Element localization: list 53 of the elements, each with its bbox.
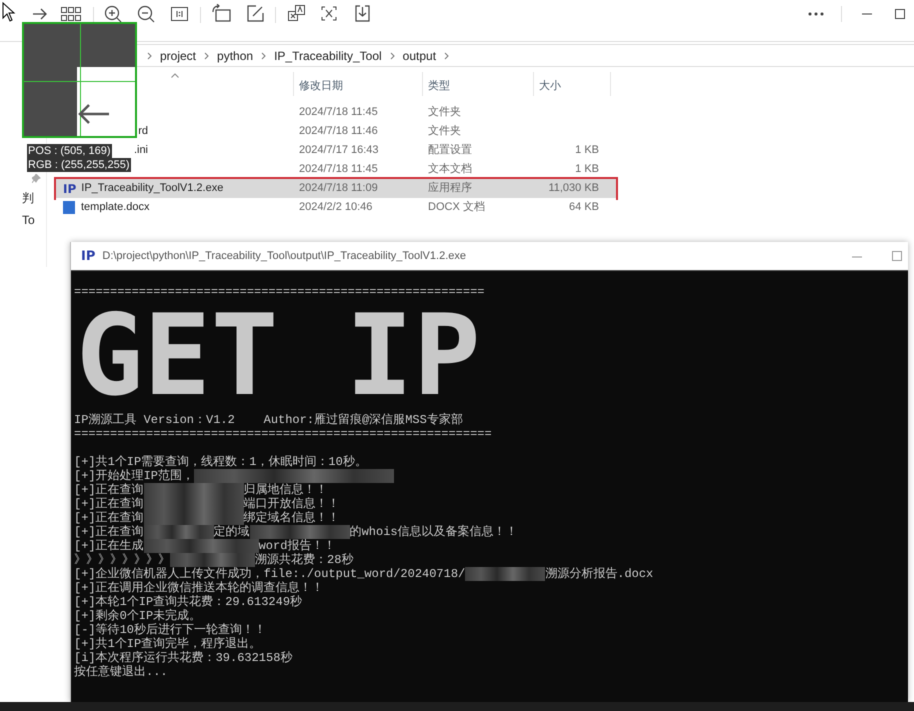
console-line: word报告！！ xyxy=(258,539,336,553)
console-line: [+]剩余0个IP未完成。 xyxy=(74,609,202,623)
app-icon: IP xyxy=(63,180,76,198)
console-line: [+]正在查询 xyxy=(74,483,144,497)
console-line: [+]正在生成 xyxy=(74,539,144,553)
console-rule: ========================================================== xyxy=(74,427,493,441)
console-line: 绑定域名信息！！ xyxy=(244,511,340,525)
console-line: [+]共1个IP需要查询，线程数：1，休眠时间：10秒。 xyxy=(74,455,367,469)
console-line: 归属地信息！！ xyxy=(244,483,328,497)
window-title: D:\project\python\IP_Traceability_Tool\output\IP_Traceability_ToolV1.2.exe xyxy=(102,248,466,264)
console-line: 溯源共花费：28秒 xyxy=(255,553,354,567)
file-type: 文件夹 xyxy=(428,104,462,120)
console-line: [+]共1个IP查询完毕，程序退出。 xyxy=(74,637,262,651)
console-line: [+]正在查询 xyxy=(74,497,144,511)
file-date: 2024/7/18 11:45 xyxy=(299,162,379,178)
console-line: 》》》》》》》》 xyxy=(74,553,170,567)
console-line: 按任意键退出... xyxy=(74,665,168,679)
file-date: 2024/2/2 10:46 xyxy=(299,200,374,216)
file-type: 应用程序 xyxy=(428,180,473,196)
file-name: template.docx xyxy=(81,200,150,216)
file-size: 64 KB xyxy=(569,201,599,214)
app-icon: IP xyxy=(81,250,96,262)
color-value-tooltip: RGB : (255,255,255) xyxy=(27,158,131,172)
console-line: 端口开放信息！！ xyxy=(244,497,340,511)
position-tooltip: POS : (505, 169) xyxy=(27,144,112,158)
console-line: IP溯源工具 Version：V1.2 Author:雁过留痕@深信服MSS专家部 xyxy=(74,413,464,427)
banner-title: GET IP xyxy=(76,301,481,411)
console-line: [-]等待10秒后进行下一轮查询！！ xyxy=(74,623,266,637)
file-type: DOCX 文档 xyxy=(428,200,486,216)
file-name: .ini xyxy=(134,144,148,156)
file-name: IP_Traceability_ToolV1.2.exe xyxy=(81,181,224,196)
file-size: 11,030 KB xyxy=(548,182,599,194)
file-type: 文件夹 xyxy=(428,124,462,140)
console-line: [+]正在调用企业微信推送本轮的调查信息！！ xyxy=(74,581,324,595)
console-line: [+]正在查询 xyxy=(74,525,144,539)
console-line: [+]开始处理IP范围， xyxy=(74,469,194,483)
file-date: 2024/7/17 16:43 xyxy=(299,143,380,158)
file-type: 配置设置 xyxy=(428,143,473,158)
console-line: [+]正在查询 xyxy=(74,511,144,525)
console-line: 溯源分析报告.docx xyxy=(545,567,654,581)
file-name: rd xyxy=(138,125,148,138)
console-line: [+]企业微信机器人上传文件成功，file:./output_word/20240718/ xyxy=(74,567,466,581)
file-date: 2024/7/18 11:46 xyxy=(299,124,379,140)
console-line: [+]本轮1个IP查询共花费：29.613249秒 xyxy=(74,595,302,609)
file-date: 2024/7/18 11:09 xyxy=(299,181,379,196)
file-size: 1 KB xyxy=(575,144,599,156)
console-line: [i]本次程序运行共花费：39.632158秒 xyxy=(74,651,292,665)
console-rule: ========================================================= xyxy=(74,285,486,299)
file-date: 2024/7/18 11:45 xyxy=(299,105,379,120)
console-line: 定的域 xyxy=(214,525,250,539)
console-line: 的whois信息以及备案信息！！ xyxy=(350,525,518,539)
file-type: 文本文档 xyxy=(428,162,473,178)
file-size: 1 KB xyxy=(575,163,599,176)
